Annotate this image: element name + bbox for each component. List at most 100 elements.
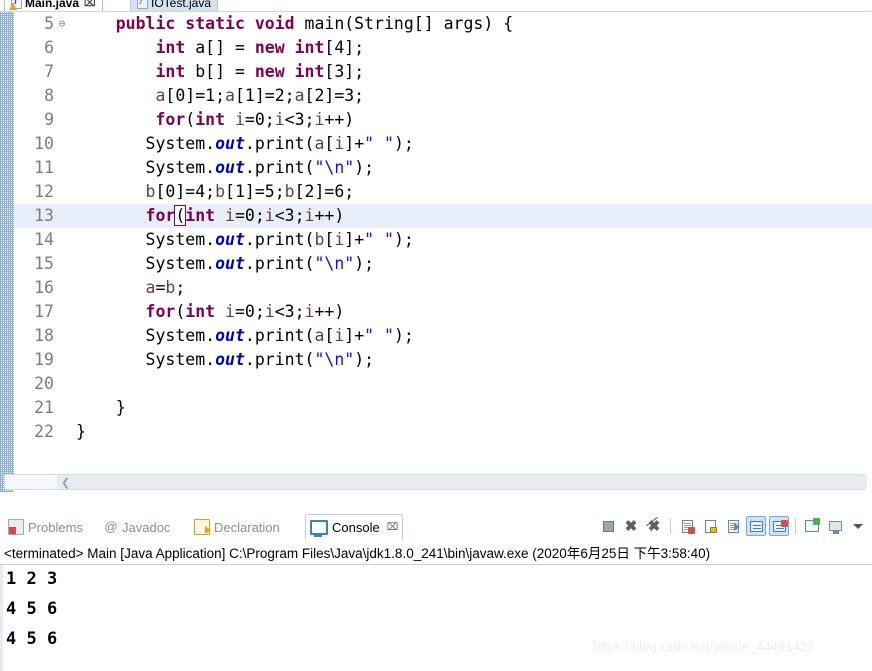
code-token: [1]=2; <box>234 86 295 105</box>
word-wrap-icon <box>727 519 740 533</box>
console-output-line: 1 2 3 <box>6 569 58 589</box>
editor-tab-main-java[interactable]: Main.java ⌧ <box>4 0 103 11</box>
code-token: int <box>155 62 196 81</box>
code-token: a <box>314 326 325 345</box>
clear-console-icon <box>681 519 695 534</box>
code-line-12[interactable]: 12 b[0]=4;b[1]=5;b[2]=6; <box>14 180 872 204</box>
code-line-17[interactable]: 17 for(int i=0;i<3;i++) <box>14 300 872 324</box>
code-token: ); <box>354 350 375 369</box>
code-line-21[interactable]: 21 } <box>14 396 872 420</box>
code-text: for(int i=0;i<3;i++) <box>70 300 345 324</box>
code-line-13[interactable]: 13 for(int i=0;i<3;i++) <box>14 204 872 228</box>
line-number: 12 <box>34 182 54 201</box>
code-line-22[interactable]: 22} <box>14 420 872 444</box>
fold-collapse-icon[interactable]: ⊖ <box>54 12 70 36</box>
console-terminated-status: <terminated> Main [Java Application] C:\… <box>4 546 711 561</box>
code-token: i <box>304 302 315 321</box>
scroll-lock-button[interactable] <box>700 516 720 536</box>
open-console-button[interactable] <box>802 516 822 536</box>
panel-tab-bar: Problems @ Javadoc Declaration Console ⌧… <box>0 512 872 541</box>
code-token: for <box>145 206 176 225</box>
code-token: out <box>215 254 245 273</box>
code-token: } <box>115 398 126 417</box>
code-token: int <box>185 206 226 225</box>
close-icon[interactable]: ⌧ <box>84 0 96 9</box>
line-number: 7 <box>44 62 54 81</box>
declaration-icon <box>194 519 211 535</box>
code-line-8[interactable]: 8 a[0]=1;a[1]=2;a[2]=3; <box>14 84 872 108</box>
code-token: ); <box>354 158 375 177</box>
code-text-area[interactable]: 5 ⊖ public static void main(String[] args… <box>14 12 872 492</box>
code-token: <3; <box>274 206 305 225</box>
code-token: ); <box>393 230 414 249</box>
code-token: ++) <box>314 302 345 321</box>
code-token: [ <box>324 134 335 153</box>
code-line-18[interactable]: 18 System.out.print(a[i]+" "); <box>14 324 872 348</box>
line-number: 6 <box>44 38 54 57</box>
word-wrap-button[interactable] <box>723 516 743 536</box>
code-line-11[interactable]: 11 System.out.print("\n"); <box>14 156 872 180</box>
line-number: 17 <box>34 302 54 321</box>
show-console-on-output-button[interactable] <box>746 516 766 536</box>
remove-launch-button[interactable]: ✖ <box>621 516 641 536</box>
terminate-button[interactable] <box>598 516 618 536</box>
code-line-20[interactable]: 20 <box>14 372 872 396</box>
line-number: 15 <box>34 254 54 273</box>
code-token: ]+ <box>344 230 365 249</box>
code-line-14[interactable]: 14 System.out.print(b[i]+" "); <box>14 228 872 252</box>
toolbar-separator <box>795 518 796 534</box>
code-token: .print( <box>244 254 315 273</box>
console-output-line: 4 5 6 <box>6 629 58 649</box>
code-token: i <box>264 302 275 321</box>
javadoc-at-icon: @ <box>104 519 118 534</box>
code-token: = <box>155 278 166 297</box>
code-token: out <box>215 158 245 177</box>
code-line-5[interactable]: 5 ⊖ public static void main(String[] args… <box>14 12 872 36</box>
code-token: ++) <box>324 110 355 129</box>
code-token: int <box>294 62 325 81</box>
code-line-10[interactable]: 10 System.out.print(a[i]+" "); <box>14 132 872 156</box>
tab-console[interactable]: Console ⌧ <box>305 514 404 540</box>
watermark-text: https://blog.csdn.net/weixin_44491423 <box>593 639 815 654</box>
code-text: System.out.print(a[i]+" "); <box>70 132 414 156</box>
code-token: .print( <box>244 134 315 153</box>
code-token: out <box>215 134 245 153</box>
code-line-16[interactable]: 16 a=b; <box>14 276 872 300</box>
code-token: ( <box>175 302 186 321</box>
code-token: new <box>254 38 295 57</box>
code-token: System. <box>145 158 216 177</box>
code-text: for(int i=0;i<3;i++) <box>70 204 344 228</box>
show-console-on-error-button[interactable] <box>769 516 789 536</box>
code-token: .print( <box>244 230 315 249</box>
code-text: int b[] = new int[3]; <box>70 60 364 84</box>
code-token: a <box>155 86 166 105</box>
code-token: ]+ <box>344 134 365 153</box>
tab-javadoc[interactable]: @ Javadoc <box>100 515 174 539</box>
code-token: .print( <box>244 350 315 369</box>
tab-problems[interactable]: Problems <box>4 515 87 539</box>
editor-tab-iotest-java[interactable]: IOTest.java <box>130 0 219 11</box>
line-number: 11 <box>34 158 54 177</box>
code-editor[interactable]: 5 ⊖ public static void main(String[] args… <box>0 11 872 492</box>
tab-label: Declaration <box>214 519 280 535</box>
code-token: i <box>264 206 275 225</box>
chevron-left-icon[interactable]: ❮ <box>61 476 70 489</box>
scrollbar-thumb[interactable] <box>57 475 867 489</box>
annotation-marker-ruler[interactable] <box>0 12 14 492</box>
code-line-6[interactable]: 6 int a[] = new int[4]; <box>14 36 872 60</box>
close-icon[interactable]: ⌧ <box>387 522 399 533</box>
close-x-icon: ✖ <box>624 517 638 535</box>
tab-label: Console <box>332 519 380 535</box>
tab-declaration[interactable]: Declaration <box>190 515 284 539</box>
line-number: 18 <box>34 326 54 345</box>
remove-all-terminated-button[interactable]: ✖ <box>644 516 664 536</box>
editor-horizontal-scrollbar[interactable]: ❮ <box>4 474 867 490</box>
code-line-9[interactable]: 9 for(int i=0;i<3;i++) <box>14 108 872 132</box>
code-line-7[interactable]: 7 int b[] = new int[3]; <box>14 60 872 84</box>
code-line-15[interactable]: 15 System.out.print("\n"); <box>14 252 872 276</box>
clear-console-button[interactable] <box>677 516 697 536</box>
code-line-19[interactable]: 19 System.out.print("\n"); <box>14 348 872 372</box>
console-menu-button[interactable] <box>848 516 868 536</box>
display-selected-console-button[interactable] <box>825 516 845 536</box>
code-token: new <box>254 62 295 81</box>
